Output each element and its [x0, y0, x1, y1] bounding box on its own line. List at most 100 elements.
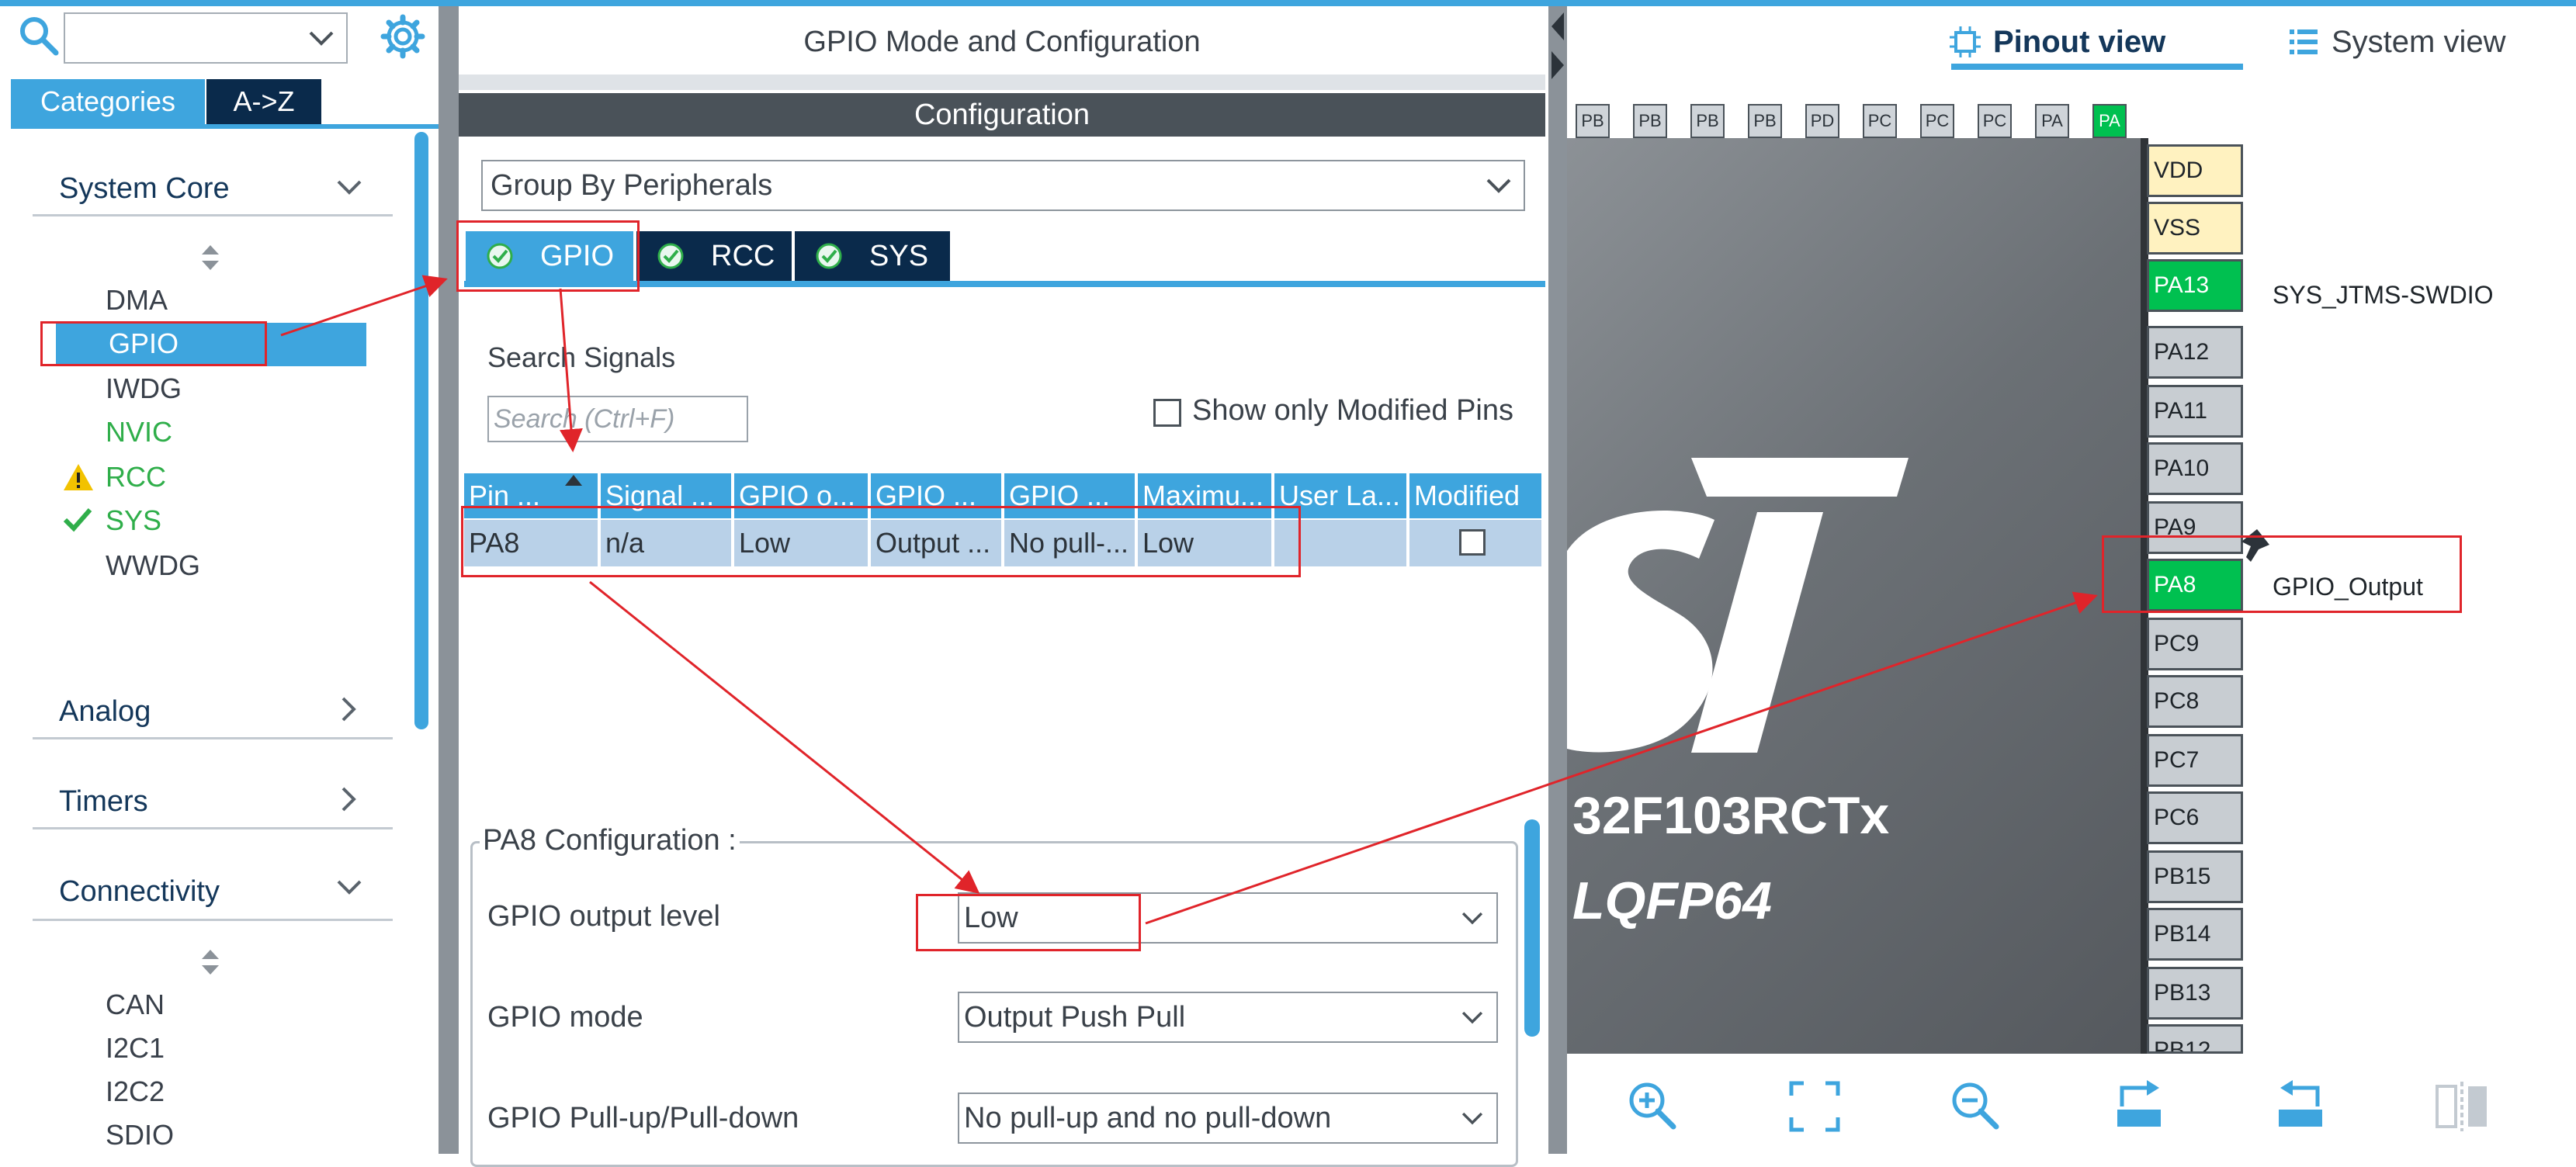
- group-by-select[interactable]: Group By Peripherals: [481, 160, 1525, 211]
- split-view-icon[interactable]: [2431, 1075, 2493, 1138]
- chip-package: LQFP64: [1572, 871, 1772, 930]
- pull-select[interactable]: No pull-up and no pull-down: [958, 1093, 1498, 1144]
- zoom-out-icon[interactable]: [1945, 1075, 2007, 1138]
- top-pin[interactable]: PB: [1633, 104, 1667, 138]
- category-divider: [33, 919, 393, 921]
- warning-icon: [64, 464, 93, 490]
- top-accent-stripe: [0, 0, 2576, 6]
- pin-vss[interactable]: VSS: [2147, 202, 2243, 255]
- check-circle-icon: [657, 243, 684, 269]
- title-separator: [459, 74, 1545, 90]
- chevron-right-icon[interactable]: [337, 784, 360, 815]
- param-label-output-level: GPIO output level: [487, 900, 720, 933]
- chevron-down-icon[interactable]: [334, 875, 365, 899]
- annotation-box-gpio-tab: [456, 220, 640, 292]
- fit-to-screen-icon[interactable]: [1784, 1075, 1846, 1138]
- list-item-sdio[interactable]: SDIO: [106, 1114, 174, 1156]
- show-modified-label[interactable]: Show only Modified Pins: [1192, 394, 1513, 428]
- category-connectivity[interactable]: Connectivity: [59, 875, 220, 909]
- search-combo[interactable]: [64, 12, 348, 64]
- panel-divider[interactable]: [439, 6, 459, 1154]
- tab-rcc[interactable]: RCC: [636, 231, 792, 281]
- top-pin[interactable]: PC: [1978, 104, 2012, 138]
- group-by-value: Group By Peripherals: [491, 168, 773, 202]
- chevron-down-icon: [309, 31, 334, 46]
- list-item-dma[interactable]: DMA: [106, 279, 168, 321]
- category-system-core[interactable]: System Core: [59, 172, 230, 206]
- top-pin[interactable]: PD: [1805, 104, 1839, 138]
- left-scrollbar[interactable]: [414, 132, 428, 729]
- search-signals-input[interactable]: Search (Ctrl+F): [487, 396, 748, 442]
- category-divider: [33, 827, 393, 829]
- pin-pa11[interactable]: PA11: [2147, 385, 2243, 438]
- modified-checkbox[interactable]: [1459, 529, 1486, 556]
- pin-pc6[interactable]: PC6: [2147, 791, 2243, 844]
- chevron-down-icon[interactable]: [334, 175, 365, 199]
- chevron-right-icon[interactable]: [337, 694, 360, 725]
- list-item-can[interactable]: CAN: [106, 984, 165, 1026]
- middle-scrollbar[interactable]: [1524, 819, 1540, 1037]
- top-pin[interactable]: PB: [1690, 104, 1725, 138]
- top-pin[interactable]: PA: [2035, 104, 2069, 138]
- checkmark-icon: [63, 508, 92, 532]
- pin-pc7[interactable]: PC7: [2147, 734, 2243, 787]
- tab-rcc-label: RCC: [711, 239, 775, 272]
- gpio-mode-value: Output Push Pull: [964, 1000, 1186, 1034]
- param-label-gpio-mode: GPIO mode: [487, 1001, 643, 1034]
- collapse-left-icon[interactable]: [1550, 11, 1565, 42]
- pin-pb12[interactable]: PB12: [2147, 1024, 2243, 1054]
- sort-updown-icon[interactable]: [199, 948, 222, 976]
- chevron-down-icon: [1486, 178, 1511, 193]
- top-pin[interactable]: PA: [2092, 104, 2127, 138]
- category-timers[interactable]: Timers: [59, 785, 148, 819]
- check-circle-icon: [816, 243, 842, 269]
- pin-pa13[interactable]: PA13: [2147, 259, 2243, 312]
- list-item-rcc[interactable]: RCC: [106, 456, 166, 498]
- top-pin[interactable]: PB: [1748, 104, 1782, 138]
- list-item-iwdg[interactable]: IWDG: [106, 368, 182, 410]
- search-icon[interactable]: [17, 14, 61, 57]
- top-pin[interactable]: PC: [1863, 104, 1897, 138]
- panel-divider-right[interactable]: [1548, 6, 1567, 1154]
- tab-underline: [1951, 64, 2243, 70]
- tab-categories[interactable]: Categories: [11, 79, 205, 124]
- configuration-header: Configuration: [459, 93, 1545, 137]
- list-item-nvic[interactable]: NVIC: [106, 411, 172, 453]
- pin-pa10[interactable]: PA10: [2147, 442, 2243, 495]
- list-item-wwdg[interactable]: WWDG: [106, 545, 200, 587]
- pin-pb14[interactable]: PB14: [2147, 908, 2243, 961]
- pin-pc8[interactable]: PC8: [2147, 675, 2243, 728]
- gpio-mode-select[interactable]: Output Push Pull: [958, 992, 1498, 1043]
- zoom-in-icon[interactable]: [1622, 1075, 1684, 1138]
- tab-system-view[interactable]: System view: [2288, 17, 2521, 67]
- tab-a-z[interactable]: A->Z: [206, 79, 321, 124]
- tab-sys[interactable]: SYS: [795, 231, 950, 281]
- pin-vdd[interactable]: VDD: [2147, 144, 2243, 197]
- collapse-right-icon[interactable]: [1550, 50, 1565, 81]
- rotate-clockwise-icon[interactable]: [2108, 1075, 2170, 1138]
- rotate-counterclockwise-icon[interactable]: [2269, 1075, 2332, 1138]
- list-item-i2c2[interactable]: I2C2: [106, 1071, 165, 1113]
- chevron-down-icon: [1461, 1112, 1483, 1125]
- category-divider: [33, 214, 393, 216]
- show-modified-checkbox[interactable]: [1153, 399, 1181, 427]
- list-item-sys[interactable]: SYS: [106, 500, 161, 542]
- pull-value: No pull-up and no pull-down: [964, 1101, 1332, 1134]
- pin-pa12[interactable]: PA12: [2147, 326, 2243, 379]
- column-header-modified[interactable]: Modified: [1409, 473, 1541, 518]
- list-item-i2c1[interactable]: I2C1: [106, 1027, 165, 1069]
- sort-updown-icon[interactable]: [199, 244, 222, 272]
- pin-pc9[interactable]: PC9: [2147, 618, 2243, 670]
- gear-icon[interactable]: [380, 14, 425, 59]
- chip-part-number: 32F103RCTx: [1572, 786, 1890, 845]
- tab-pinout-view[interactable]: Pinout view: [1948, 17, 2243, 67]
- top-pin[interactable]: PB: [1576, 104, 1610, 138]
- pin-pb13[interactable]: PB13: [2147, 967, 2243, 1020]
- category-analog[interactable]: Analog: [59, 695, 151, 729]
- pin-config-legend: PA8 Configuration :: [480, 824, 740, 857]
- search-signals-label: Search Signals: [487, 341, 676, 373]
- panel-title: GPIO Mode and Configuration: [803, 25, 1201, 58]
- top-pin[interactable]: PC: [1920, 104, 1954, 138]
- sort-ascending-icon: [565, 475, 582, 486]
- pin-pb15[interactable]: PB15: [2147, 850, 2243, 903]
